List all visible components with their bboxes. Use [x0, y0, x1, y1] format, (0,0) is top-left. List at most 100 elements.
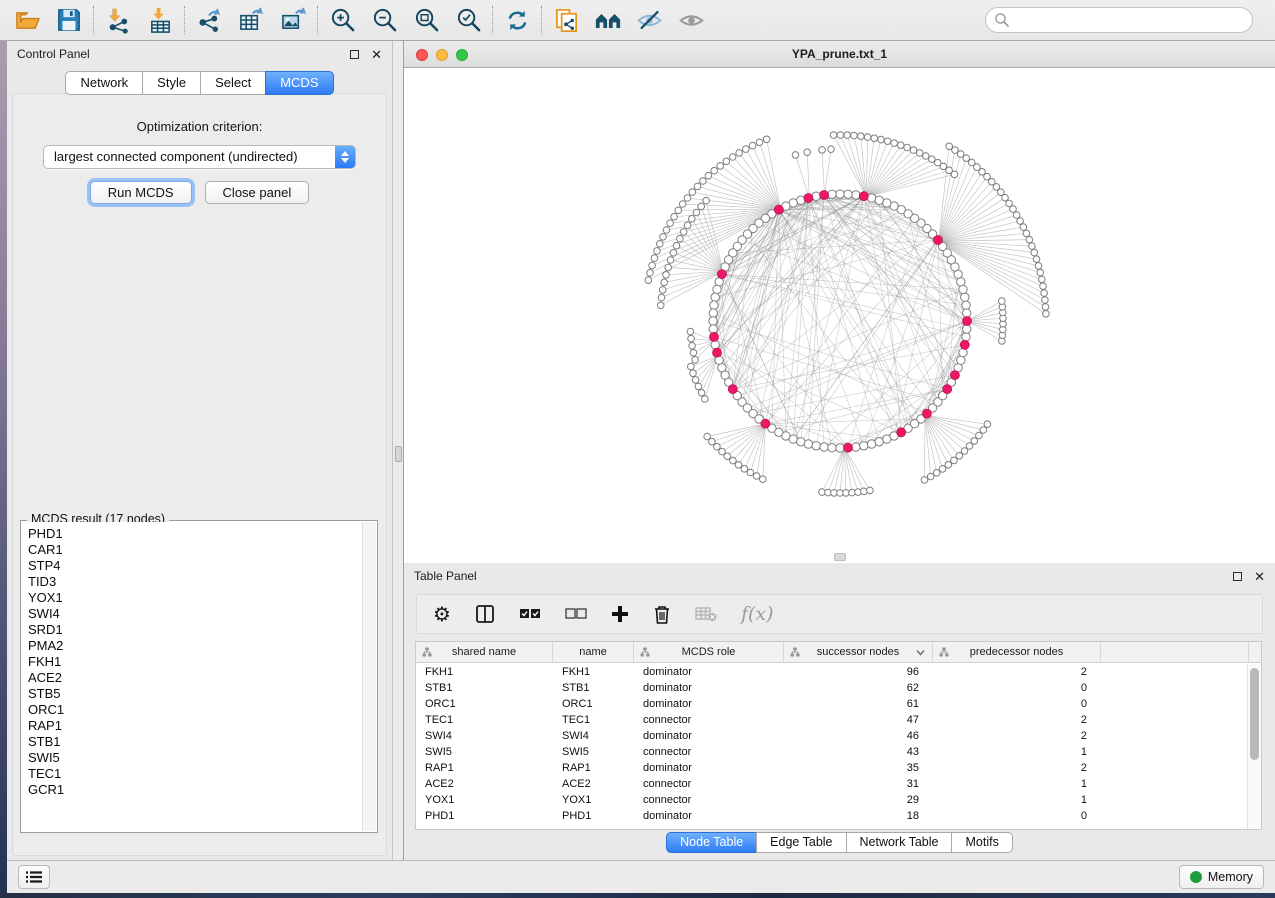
leaf-node[interactable] — [864, 134, 871, 141]
leaf-node[interactable] — [692, 357, 699, 364]
network-node[interactable] — [963, 325, 971, 333]
table-row[interactable]: RAP1RAP1dominator352 — [416, 760, 1247, 776]
leaf-node[interactable] — [945, 462, 952, 469]
leaf-node[interactable] — [867, 487, 874, 494]
leaf-node[interactable] — [884, 138, 891, 145]
network-node[interactable] — [710, 301, 718, 309]
leaf-node[interactable] — [946, 143, 953, 150]
leaf-node[interactable] — [763, 136, 770, 143]
close-table-panel-icon[interactable]: ✕ — [1254, 572, 1265, 581]
network-node[interactable] — [709, 325, 717, 333]
leaf-node[interactable] — [1026, 236, 1033, 243]
network-canvas[interactable] — [404, 68, 1275, 563]
leaf-node[interactable] — [702, 396, 709, 403]
mcds-result-item[interactable]: CAR1 — [28, 542, 362, 558]
leaf-node[interactable] — [692, 377, 699, 384]
leaf-node[interactable] — [688, 363, 695, 370]
memory-button[interactable]: Memory — [1179, 865, 1264, 889]
leaf-node[interactable] — [1042, 297, 1049, 304]
network-node[interactable] — [711, 341, 719, 349]
network-node[interactable] — [709, 317, 717, 325]
leaf-node[interactable] — [956, 453, 963, 460]
leaf-node[interactable] — [760, 476, 767, 483]
leaf-node[interactable] — [1017, 218, 1024, 225]
network-node[interactable] — [961, 293, 969, 301]
network-node[interactable] — [836, 444, 844, 452]
column-header-MCDS-role[interactable]: MCDS role — [634, 642, 784, 662]
mcds-node[interactable] — [922, 409, 931, 418]
network-node[interactable] — [709, 309, 717, 317]
window-maximize-traffic-icon[interactable] — [456, 49, 468, 61]
mcds-node[interactable] — [933, 236, 942, 245]
leaf-node[interactable] — [693, 209, 700, 216]
leaf-node[interactable] — [659, 287, 666, 294]
leaf-node[interactable] — [709, 438, 716, 445]
tab-motifs[interactable]: Motifs — [951, 832, 1012, 853]
leaf-node[interactable] — [694, 183, 701, 190]
mcds-result-item[interactable]: TID3 — [28, 574, 362, 590]
leaf-node[interactable] — [976, 432, 983, 439]
leaf-node[interactable] — [1041, 290, 1048, 297]
table-row[interactable]: STB1STB1dominator620 — [416, 680, 1247, 696]
mcds-node[interactable] — [960, 340, 969, 349]
float-table-panel-icon[interactable] — [1233, 572, 1242, 581]
network-node[interactable] — [804, 440, 812, 448]
leaf-node[interactable] — [680, 229, 687, 236]
leaf-node[interactable] — [984, 421, 991, 428]
leaf-node[interactable] — [667, 220, 674, 227]
network-node[interactable] — [711, 293, 719, 301]
run-mcds-button[interactable]: Run MCDS — [90, 181, 192, 204]
leaf-node[interactable] — [651, 255, 658, 262]
leaf-node[interactable] — [688, 335, 695, 342]
mcds-node[interactable] — [717, 270, 726, 279]
table-row[interactable]: FKH1FKH1dominator962 — [416, 664, 1247, 680]
mcds-result-item[interactable]: YOX1 — [28, 590, 362, 606]
network-node[interactable] — [852, 443, 860, 451]
column-header-predecessor-nodes[interactable]: predecessor nodes — [933, 642, 1101, 662]
leaf-node[interactable] — [658, 294, 665, 301]
zoom-selected-button[interactable] — [447, 3, 489, 37]
leaf-node[interactable] — [891, 140, 898, 147]
leaf-node[interactable] — [1040, 283, 1047, 290]
horizontal-splitter-handle[interactable] — [834, 553, 846, 561]
leaf-node[interactable] — [684, 195, 691, 202]
leaf-node[interactable] — [1043, 311, 1050, 318]
leaf-node[interactable] — [711, 167, 718, 174]
network-node[interactable] — [962, 301, 970, 309]
mcds-node[interactable] — [713, 348, 722, 357]
leaf-node[interactable] — [645, 277, 652, 284]
leaf-node[interactable] — [689, 189, 696, 196]
network-node[interactable] — [797, 438, 805, 446]
leaf-node[interactable] — [660, 234, 667, 241]
leaf-node[interactable] — [698, 390, 705, 397]
column-header-empty[interactable] — [1101, 642, 1249, 662]
mcds-result-list[interactable]: PHD1CAR1STP4TID3YOX1SWI4SRD1PMA2FKH1ACE2… — [22, 522, 362, 831]
mcds-result-item[interactable]: PHD1 — [28, 526, 362, 542]
leaf-node[interactable] — [951, 457, 958, 464]
leaf-node[interactable] — [830, 132, 837, 139]
window-minimize-traffic-icon[interactable] — [436, 49, 448, 61]
leaf-node[interactable] — [741, 466, 748, 473]
tab-edge-table[interactable]: Edge Table — [756, 832, 846, 853]
tab-select[interactable]: Select — [200, 71, 266, 95]
mcds-node[interactable] — [728, 385, 737, 394]
table-scrollbar[interactable] — [1247, 664, 1261, 829]
network-node[interactable] — [962, 333, 970, 341]
mcds-result-item[interactable]: STP4 — [28, 558, 362, 574]
mcds-node[interactable] — [943, 385, 952, 394]
leaf-node[interactable] — [677, 235, 684, 242]
leaf-node[interactable] — [910, 147, 917, 154]
table-row[interactable]: SWI5SWI5connector431 — [416, 744, 1247, 760]
leaf-node[interactable] — [749, 142, 756, 149]
leaf-node[interactable] — [690, 350, 697, 357]
mcds-node[interactable] — [897, 428, 906, 437]
network-node[interactable] — [828, 190, 836, 198]
leaf-node[interactable] — [1037, 269, 1044, 276]
mcds-node[interactable] — [804, 194, 813, 203]
leaf-node[interactable] — [663, 227, 670, 234]
leaf-node[interactable] — [1031, 249, 1038, 256]
leaf-node[interactable] — [695, 383, 702, 390]
network-node[interactable] — [812, 442, 820, 450]
leaf-node[interactable] — [665, 264, 672, 271]
close-panel-icon[interactable]: ✕ — [371, 50, 382, 59]
